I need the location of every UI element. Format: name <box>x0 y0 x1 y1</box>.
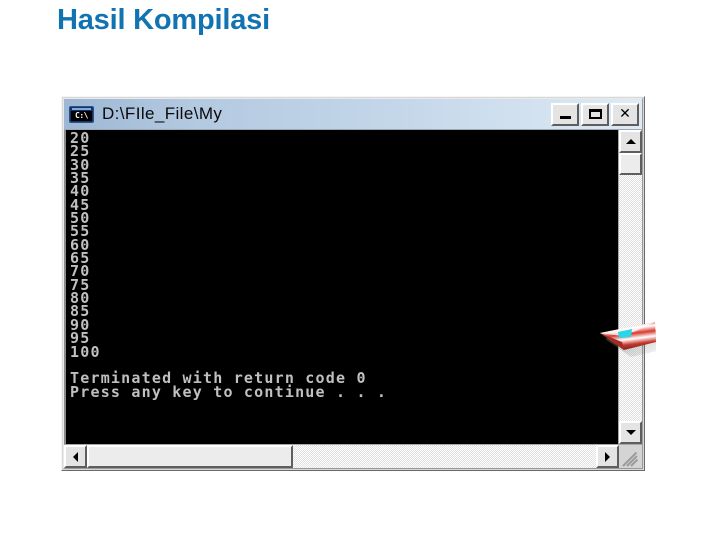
scroll-left-button[interactable] <box>64 445 87 468</box>
minimize-button[interactable] <box>551 102 579 126</box>
vertical-scrollbar[interactable] <box>618 130 642 444</box>
scroll-down-button[interactable] <box>619 421 642 444</box>
console-line: 100 <box>70 342 101 361</box>
horizontal-scrollbar[interactable] <box>64 444 642 468</box>
console-line: 80 <box>70 289 91 308</box>
window-title-text: D:\FIle_File\My <box>102 104 223 123</box>
console-icon-label: C:\ <box>71 110 92 121</box>
console-line: 90 <box>70 315 91 334</box>
console-line: 25 <box>70 142 91 161</box>
page-title: Hasil Kompilasi <box>57 4 270 36</box>
horizontal-scrollbar-track[interactable] <box>293 445 596 468</box>
scroll-left-arrow-icon <box>73 451 78 462</box>
scroll-right-arrow-icon <box>605 451 610 462</box>
close-button[interactable]: ✕ <box>611 102 639 126</box>
console-line: 55 <box>70 222 91 241</box>
scroll-up-button[interactable] <box>619 130 642 153</box>
console-line: 60 <box>70 235 91 254</box>
window-titlebar[interactable]: C:\ D:\FIle_File\My ✕ <box>64 99 642 130</box>
maximize-icon <box>588 109 602 119</box>
vertical-scrollbar-thumb[interactable] <box>619 153 642 175</box>
console-line: 20 <box>70 130 91 147</box>
minimize-icon <box>559 116 571 119</box>
console-line: 85 <box>70 302 91 321</box>
console-line: 40 <box>70 182 91 201</box>
scroll-right-button[interactable] <box>596 445 619 468</box>
console-line: Press any key to continue . . . <box>70 382 388 401</box>
console-output-area[interactable]: 20 25 30 35 40 45 50 55 60 65 70 75 80 85 90 95 100 Term… <box>64 130 618 444</box>
scroll-down-arrow-icon <box>625 430 636 435</box>
console-window: C:\ D:\FIle_File\My ✕ 20 25 30 35 40 45 50 55 60… <box>61 96 645 471</box>
close-icon: ✕ <box>619 106 631 122</box>
console-line: 70 <box>70 262 91 281</box>
window-inner-frame: C:\ D:\FIle_File\My ✕ 20 25 30 35 40 45 50 55 60… <box>63 98 643 469</box>
scroll-up-arrow-icon <box>625 139 636 144</box>
console-prompt-icon: C:\ <box>69 105 94 123</box>
console-line: 35 <box>70 169 91 188</box>
console-line: 65 <box>70 249 91 268</box>
window-body: 20 25 30 35 40 45 50 55 60 65 70 75 80 85 90 95 100 Term… <box>64 130 642 444</box>
vertical-scrollbar-track[interactable] <box>619 175 642 421</box>
horizontal-scrollbar-thumb[interactable] <box>87 445 293 468</box>
console-line: 45 <box>70 195 91 214</box>
console-line: 75 <box>70 275 91 294</box>
window-controls: ✕ <box>551 102 639 126</box>
console-line: 95 <box>70 329 91 348</box>
console-icon-titlestrip <box>72 107 91 110</box>
resize-grip-icon[interactable] <box>619 445 642 468</box>
console-line: 50 <box>70 209 91 228</box>
maximize-button[interactable] <box>581 102 609 126</box>
console-line: 30 <box>70 155 91 174</box>
